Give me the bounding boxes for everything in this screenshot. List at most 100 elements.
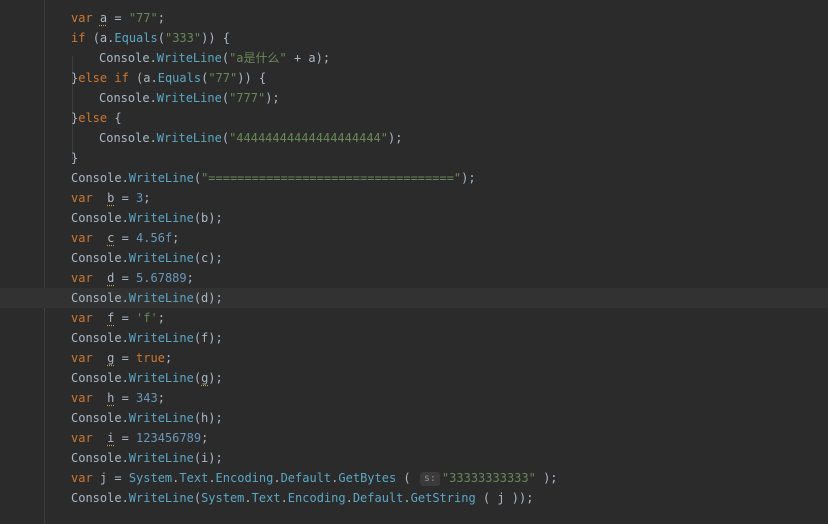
code-token: )) { [237,71,267,85]
number-token: 343 [136,391,158,405]
code-line[interactable]: Console.WriteLine(b); [0,208,828,228]
code-token: Console. [71,211,129,225]
code-token: Console. [71,411,129,425]
code-token: Console. [99,51,157,65]
code-editor[interactable]: var a = "77"; if (a.Equals("333")) {Conso… [0,0,828,524]
code-line[interactable]: var a = "77"; [0,8,828,28]
member-token: Text [251,491,281,505]
code-text: Console.WriteLine("44444444444444444444"… [99,128,402,148]
member-token: WriteLine [128,331,194,345]
code-line[interactable]: Console.WriteLine(g); [0,368,828,388]
code-text: } [71,148,78,168]
member-token: WriteLine [128,251,194,265]
code-token: ( [396,471,418,485]
string-token: "44444444444444444444" [229,131,389,145]
code-token: Console. [71,171,129,185]
code-line[interactable]: }else if (a.Equals("77")) { [0,68,828,88]
keyword-token: var [71,391,108,405]
code-line-current[interactable]: Console.WriteLine(d); [0,288,828,308]
member-token: System [128,471,173,485]
member-token: Equals [114,31,158,45]
code-token: Console. [71,251,129,265]
code-token: = [114,351,137,365]
keyword-token: var [71,471,100,485]
code-line[interactable]: Console.WriteLine("=====================… [0,168,828,188]
keyword-token: true [136,351,165,365]
code-text: var d = 5.67889; [71,268,194,288]
number-token: 123456789 [136,431,202,445]
code-line[interactable]: var b = 3; [0,188,828,208]
code-line[interactable]: var j = System.Text.Encoding.Default.Get… [0,468,828,488]
member-token: Default [352,491,404,505]
code-token: j = [99,471,129,485]
code-token: ( [193,171,202,185]
code-token: = [114,311,137,325]
keyword-token: var [71,431,108,445]
number-token: 4.56f [136,231,173,245]
code-token: = [114,231,137,245]
code-token: = [114,431,137,445]
code-token: (d); [193,291,223,305]
member-token: WriteLine [156,131,222,145]
code-token: Console. [99,131,157,145]
code-line[interactable]: Console.WriteLine("a是什么" + a); [0,48,828,68]
member-token: Equals [157,71,202,85]
keyword-token: if [71,31,93,45]
keyword-token: var [71,191,108,205]
code-line[interactable]: var g = true; [0,348,828,368]
code-token: Console. [71,491,129,505]
member-token: Text [179,471,209,485]
code-token: { [114,111,122,125]
code-token: Console. [71,331,129,345]
code-line[interactable]: Console.WriteLine(h); [0,408,828,428]
code-line[interactable]: Console.WriteLine("777"); [0,88,828,108]
code-token: . [244,491,252,505]
code-line[interactable]: Console.WriteLine(c); [0,248,828,268]
code-token: = [114,391,137,405]
keyword-token: var [71,271,108,285]
member-token: WriteLine [128,291,194,305]
code-line[interactable]: }else { [0,108,828,128]
member-token: Encoding [215,471,274,485]
keyword-token: var [71,231,108,245]
code-line[interactable]: var c = 4.56f; [0,228,828,248]
code-token: ( [193,491,202,505]
code-token: ; [157,311,165,325]
code-text: Console.WriteLine("777"); [99,88,280,108]
code-line[interactable]: Console.WriteLine("44444444444444444444"… [0,128,828,148]
code-token: Console. [71,291,129,305]
string-token: 'f' [136,311,158,325]
code-line[interactable]: } [0,148,828,168]
code-token: ; [143,191,151,205]
code-text: var a = "77"; [71,8,165,28]
member-token: Default [280,471,332,485]
code-token: ); [388,131,403,145]
code-line[interactable]: var h = 343; [0,388,828,408]
code-token: ( [193,371,202,385]
code-text: Console.WriteLine(c); [71,248,223,268]
string-token: "333" [164,31,202,45]
member-token: WriteLine [128,171,194,185]
code-text: var c = 4.56f; [71,228,179,248]
code-text: var h = 343; [71,388,165,408]
code-line[interactable]: var i = 123456789; [0,428,828,448]
code-token: (a. [136,71,158,85]
code-line[interactable]: Console.WriteLine(f); [0,328,828,348]
code-line[interactable]: var d = 5.67889; [0,268,828,288]
code-text: Console.WriteLine(i); [71,448,223,468]
string-token: "77" [208,71,238,85]
code-text: Console.WriteLine(d); [71,288,223,308]
string-token: "77" [128,11,158,25]
keyword-token: else if [78,71,137,85]
code-text: if (a.Equals("333")) { [71,28,230,48]
code-line[interactable]: if (a.Equals("333")) { [0,28,828,48]
code-line[interactable]: Console.WriteLine(System.Text.Encoding.D… [0,488,828,508]
code-token: ( [221,91,230,105]
code-token: ); [535,471,558,485]
code-token: ( [221,51,230,65]
code-token: ( j )); [475,491,534,505]
code-token: ( [157,31,165,45]
code-token: . [345,491,353,505]
code-line[interactable]: var f = 'f'; [0,308,828,328]
code-line[interactable]: Console.WriteLine(i); [0,448,828,468]
